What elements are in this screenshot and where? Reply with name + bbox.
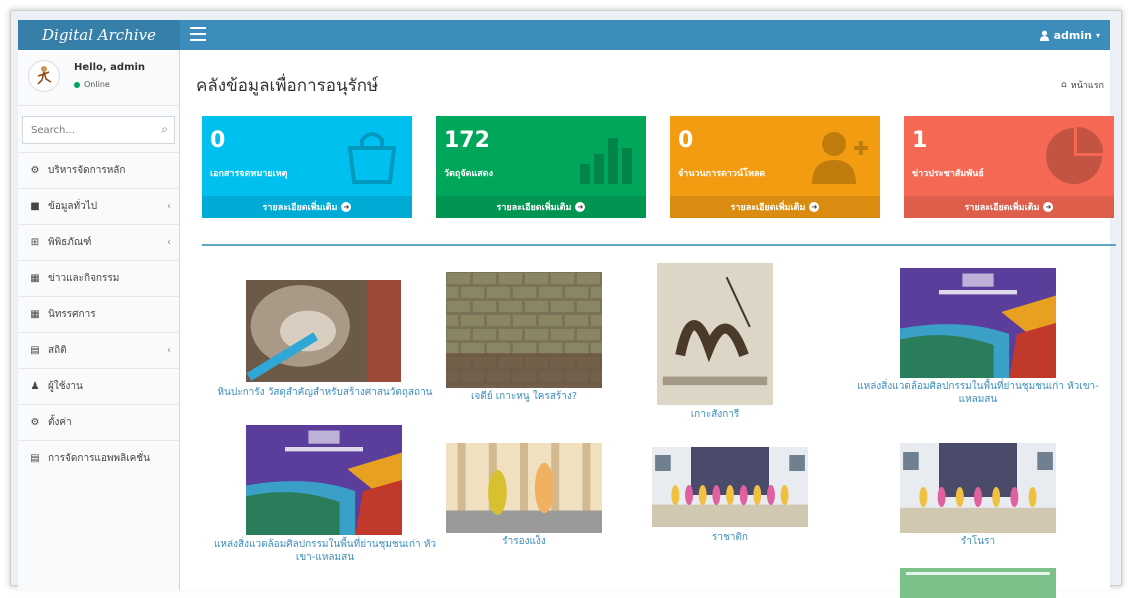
more-info-link[interactable]: รายละเอียดเพิ่มเติม ➜ [436, 196, 646, 218]
calendar-icon: ▦ [30, 273, 40, 284]
sidebar-item-7[interactable]: ⚙ ตั้งค่า [18, 404, 179, 440]
home-icon: ⌂ [1061, 80, 1067, 90]
gallery-thumbnail[interactable] [246, 425, 402, 535]
chevron-left-icon: ‹ [167, 201, 171, 212]
sidebar: Hello, admin Online ⌕ ⚙ บริหารจัดการหลัก ■… [18, 50, 180, 590]
sidebar-item-label: ข้อมูลทั่วไป [48, 201, 98, 212]
stat-value: 172 [444, 128, 490, 153]
sidebar-item-2[interactable]: ⊞ พิพิธภัณฑ์ ‹ [18, 224, 179, 260]
breadcrumb-home: หน้าแรก [1070, 81, 1104, 91]
stat-label: จำนวนการดาวน์โหลด [678, 169, 766, 179]
arrow-circle-right-icon: ➜ [809, 202, 820, 212]
arrow-circle-right-icon: ➜ [1043, 202, 1054, 212]
pie-chart-icon [1044, 126, 1104, 186]
more-info-label: รายละเอียดเพิ่มเติม [964, 203, 1040, 213]
stat-value: 0 [678, 128, 694, 153]
sidebar-toggle-icon[interactable] [190, 27, 206, 41]
arrow-circle-right-icon: ➜ [575, 202, 586, 212]
stat-value: 0 [210, 128, 226, 153]
stat-box: 172 วัตถุจัดแสดงรายละเอียดเพิ่มเติม ➜ [436, 116, 646, 218]
sidebar-item-6[interactable]: ♟ ผู้ใช้งาน [18, 368, 179, 404]
stat-label: เอกสารจดหมายเหตุ [210, 169, 288, 179]
gallery-caption[interactable]: เจดีย์ เกาะหนู ใครสร้าง? [442, 390, 606, 403]
sidebar-item-label: ตั้งค่า [48, 417, 72, 428]
user-icon [1039, 30, 1049, 41]
search-icon[interactable]: ⌕ [161, 122, 168, 137]
section-divider [202, 244, 1116, 246]
top-navbar: Digital Archive admin ▾ [18, 20, 1110, 50]
sidebar-item-label: สถิติ [48, 345, 67, 356]
chevron-left-icon: ‹ [167, 237, 171, 248]
gallery-caption[interactable]: แหล่งสิ่งแวดล้อมศิลปกรรมในพื้นที่ย่านชุม… [210, 538, 440, 564]
main-content: คลังข้อมูลเพื่อการอนุรักษ์ ⌂ หน้าแรก 0 เอก… [180, 50, 1116, 598]
gallery-thumbnail[interactable] [652, 447, 808, 527]
online-status: Online [74, 80, 110, 89]
stat-value: 1 [912, 128, 928, 153]
gallery-thumbnail[interactable] [446, 272, 602, 388]
user-icon: ♟ [30, 381, 40, 392]
gallery-caption[interactable]: รำโนรา [890, 535, 1066, 548]
stat-label: ข่าวประชาสัมพันธ์ [912, 169, 984, 179]
gallery-thumbnail[interactable] [246, 280, 401, 382]
book-icon: ■ [30, 201, 40, 212]
stat-label: วัตถุจัดแสดง [444, 169, 493, 179]
caret-down-icon: ▾ [1095, 30, 1100, 40]
shopping-bag-icon [342, 126, 402, 186]
sidebar-item-label: ผู้ใช้งาน [48, 381, 83, 392]
avatar [28, 60, 60, 92]
gallery-thumbnail[interactable] [900, 568, 1056, 598]
user-name: admin [1053, 28, 1092, 42]
gallery-caption[interactable]: เกาะสังการี [648, 408, 782, 421]
gallery-caption[interactable]: ราชาติก [648, 531, 812, 544]
search-input[interactable] [23, 117, 143, 143]
sidebar-item-label: การจัดการแอพพลิเคชั่น [48, 453, 150, 464]
more-info-link[interactable]: รายละเอียดเพิ่มเติม ➜ [904, 196, 1114, 218]
gallery-caption[interactable]: แหล่งสิ่งแวดล้อมศิลปกรรมในพื้นที่ย่านชุม… [848, 380, 1108, 406]
breadcrumb[interactable]: ⌂ หน้าแรก [1061, 78, 1104, 92]
online-dot-icon [74, 81, 80, 88]
chart-icon: ▤ [30, 345, 40, 356]
gear-icon: ⚙ [30, 417, 40, 428]
sidebar-item-0[interactable]: ⚙ บริหารจัดการหลัก [18, 152, 179, 188]
online-label: Online [84, 80, 110, 89]
sidebar-item-label: พิพิธภัณฑ์ [48, 237, 92, 248]
brand-logo[interactable]: Digital Archive [18, 20, 180, 50]
gallery-thumbnail[interactable] [900, 443, 1056, 533]
gallery-thumbnail[interactable] [446, 443, 602, 533]
stat-box: 0 จำนวนการดาวน์โหลดรายละเอียดเพิ่มเติม ➜ [670, 116, 880, 218]
sidebar-item-8[interactable]: ▤ การจัดการแอพพลิเคชั่น [18, 440, 179, 476]
calendar-icon: ▦ [30, 309, 40, 320]
more-info-link[interactable]: รายละเอียดเพิ่มเติม ➜ [670, 196, 880, 218]
sidebar-item-1[interactable]: ■ ข้อมูลทั่วไป ‹ [18, 188, 179, 224]
gallery-caption[interactable]: รำรองแง็ง [442, 535, 606, 548]
grid-icon: ⊞ [30, 237, 40, 248]
sidebar-item-label: นิทรรศการ [48, 309, 96, 320]
gallery-thumbnail[interactable] [657, 263, 773, 405]
more-info-label: รายละเอียดเพิ่มเติม [262, 203, 338, 213]
more-info-label: รายละเอียดเพิ่มเติม [730, 203, 806, 213]
list-icon: ▤ [30, 453, 40, 464]
sidebar-item-3[interactable]: ▦ ข่าวและกิจกรรม [18, 260, 179, 296]
stat-box: 1 ข่าวประชาสัมพันธ์รายละเอียดเพิ่มเติม ➜ [904, 116, 1114, 218]
arrow-circle-right-icon: ➜ [341, 202, 352, 212]
page-title: คลังข้อมูลเพื่อการอนุรักษ์ [196, 76, 379, 96]
hello-text: Hello, admin [74, 62, 146, 73]
dashboard-icon: ⚙ [30, 165, 40, 176]
sidebar-item-4[interactable]: ▦ นิทรรศการ [18, 296, 179, 332]
user-panel: Hello, admin Online [18, 50, 179, 106]
sidebar-item-label: ข่าวและกิจกรรม [48, 273, 120, 284]
sidebar-item-label: บริหารจัดการหลัก [48, 165, 126, 176]
more-info-label: รายละเอียดเพิ่มเติม [496, 203, 572, 213]
gallery-caption[interactable]: หินปะการัง วัสดุสำคัญสำหรับสร้างศาสนวัตถ… [210, 386, 440, 399]
more-info-link[interactable]: รายละเอียดเพิ่มเติม ➜ [202, 196, 412, 218]
sidebar-menu: ⚙ บริหารจัดการหลัก ■ ข้อมูลทั่วไป ‹ ⊞ พิพิธภัณ… [18, 152, 179, 476]
chevron-left-icon: ‹ [167, 345, 171, 356]
stat-box: 0 เอกสารจดหมายเหตุรายละเอียดเพิ่มเติม ➜ [202, 116, 412, 218]
user-plus-icon [810, 126, 870, 186]
sidebar-search: ⌕ [22, 116, 175, 144]
bar-chart-icon [576, 126, 636, 186]
gallery-thumbnail[interactable] [900, 268, 1056, 378]
sidebar-item-5[interactable]: ▤ สถิติ ‹ [18, 332, 179, 368]
user-menu[interactable]: admin ▾ [1039, 20, 1100, 50]
